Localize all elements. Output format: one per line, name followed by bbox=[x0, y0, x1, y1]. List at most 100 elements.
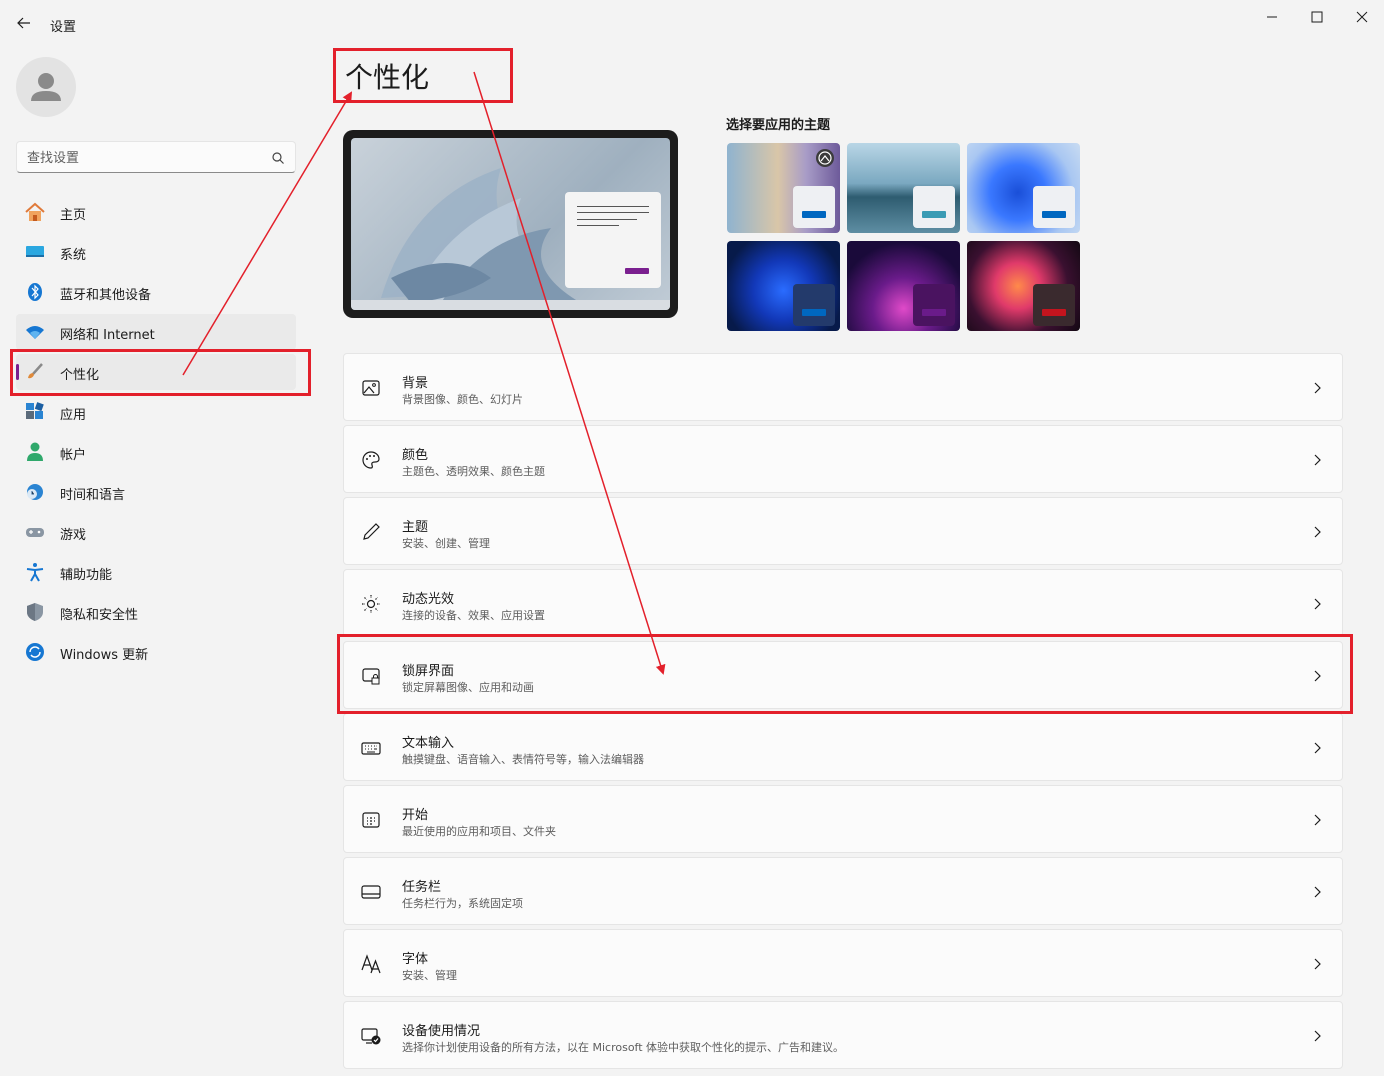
palette-icon bbox=[362, 451, 380, 469]
setting-taskbar[interactable]: 任务栏 任务栏行为，系统固定项 bbox=[343, 857, 1343, 925]
chevron-right-icon bbox=[1314, 958, 1321, 970]
close-button[interactable] bbox=[1342, 6, 1382, 28]
setting-title: 颜色 bbox=[402, 448, 429, 463]
sidebar-item-home[interactable]: 主页 bbox=[16, 194, 296, 230]
gamepad-icon bbox=[26, 528, 44, 537]
chevron-right-icon bbox=[1314, 742, 1321, 754]
sidebar-item-bluetooth[interactable]: 蓝牙和其他设备 bbox=[16, 274, 296, 310]
sidebar-item-label: 时间和语言 bbox=[60, 488, 126, 503]
maximize-button[interactable] bbox=[1297, 6, 1337, 28]
sidebar-item-network[interactable]: 网络和 Internet bbox=[16, 314, 296, 350]
sidebar-item-privacy[interactable]: 隐私和安全性 bbox=[16, 594, 296, 630]
setting-device-usage[interactable]: 设备使用情况 选择你计划使用设备的所有方法，以在 Microsoft 体验中获取… bbox=[343, 1001, 1343, 1069]
setting-title: 任务栏 bbox=[402, 880, 442, 895]
theme-lake[interactable] bbox=[847, 143, 960, 233]
chevron-right-icon bbox=[1314, 598, 1321, 610]
annotation-box-personalization bbox=[10, 349, 311, 396]
theme-accent bbox=[802, 309, 826, 316]
apps-icon bbox=[26, 402, 44, 419]
clock-globe-icon bbox=[27, 484, 43, 500]
sidebar-item-system[interactable]: 系统 bbox=[16, 234, 296, 270]
theme-bloom-dark[interactable] bbox=[727, 241, 840, 331]
themes-label: 选择要应用的主题 bbox=[726, 118, 831, 133]
chevron-right-icon bbox=[1314, 814, 1321, 826]
chevron-right-icon bbox=[1314, 1030, 1321, 1042]
setting-background[interactable]: 背景 背景图像、颜色、幻灯片 bbox=[343, 353, 1343, 421]
back-arrow-icon bbox=[17, 17, 30, 29]
setting-title: 字体 bbox=[402, 952, 429, 967]
setting-dynamic-lighting[interactable]: 动态光效 连接的设备、效果、应用设置 bbox=[343, 569, 1343, 637]
chevron-right-icon bbox=[1314, 886, 1321, 898]
setting-colors[interactable]: 颜色 主题色、透明效果、颜色主题 bbox=[343, 425, 1343, 493]
preview-window bbox=[565, 192, 661, 288]
setting-subtitle: 连接的设备、效果、应用设置 bbox=[402, 609, 545, 622]
theme-glow[interactable] bbox=[847, 241, 960, 331]
system-icon bbox=[26, 246, 44, 257]
sidebar-nav: 主页 系统 蓝牙和其他设备 网络和 Internet 个性化 应用 帐户 时间和… bbox=[16, 194, 296, 674]
user-icon bbox=[31, 73, 61, 101]
annotation-box-title bbox=[333, 48, 513, 103]
sidebar-item-label: 系统 bbox=[60, 248, 87, 263]
theme-preview bbox=[343, 130, 678, 318]
setting-subtitle: 安装、创建、管理 bbox=[402, 537, 490, 550]
sidebar-item-accounts[interactable]: 帐户 bbox=[16, 434, 296, 470]
chevron-right-icon bbox=[1314, 454, 1321, 466]
setting-subtitle: 触摸键盘、语音输入、表情符号等，输入法编辑器 bbox=[402, 753, 644, 766]
chevron-right-icon bbox=[1314, 526, 1321, 538]
minimize-button[interactable] bbox=[1252, 6, 1292, 28]
bluetooth-icon bbox=[28, 283, 42, 301]
search-icon[interactable] bbox=[271, 151, 285, 165]
annotation-box-lock-screen bbox=[337, 634, 1353, 714]
setting-subtitle: 选择你计划使用设备的所有方法，以在 Microsoft 体验中获取个性化的提示、… bbox=[402, 1041, 845, 1054]
theme-tile bbox=[793, 186, 835, 228]
keyboard-icon bbox=[361, 742, 381, 755]
theme-flow[interactable] bbox=[967, 241, 1080, 331]
account-icon bbox=[27, 442, 43, 461]
sidebar-item-label: 游戏 bbox=[60, 528, 87, 543]
pen-icon bbox=[363, 523, 380, 540]
sidebar-item-label: 主页 bbox=[60, 208, 87, 223]
sidebar-item-label: Windows 更新 bbox=[60, 648, 149, 663]
theme-bloom-light[interactable] bbox=[967, 143, 1080, 233]
setting-start[interactable]: 开始 最近使用的应用和项目、文件夹 bbox=[343, 785, 1343, 853]
theme-tile bbox=[913, 284, 955, 326]
preview-screen bbox=[351, 138, 670, 310]
shield-icon bbox=[27, 603, 43, 621]
theme-accent bbox=[802, 211, 826, 218]
sidebar-item-windows-update[interactable]: Windows 更新 bbox=[16, 634, 296, 670]
theme-accent bbox=[922, 309, 946, 316]
lighting-icon bbox=[362, 595, 380, 613]
setting-title: 文本输入 bbox=[402, 736, 455, 751]
search-input[interactable] bbox=[27, 148, 267, 168]
setting-fonts[interactable]: 字体 安装、管理 bbox=[343, 929, 1343, 997]
setting-title: 主题 bbox=[402, 520, 429, 535]
theme-tile bbox=[1033, 284, 1075, 326]
preview-accent bbox=[625, 268, 649, 274]
setting-themes[interactable]: 主题 安装、创建、管理 bbox=[343, 497, 1343, 565]
theme-grid bbox=[727, 143, 1081, 333]
sidebar-item-time-language[interactable]: 时间和语言 bbox=[16, 474, 296, 510]
update-icon bbox=[26, 643, 44, 661]
sidebar-item-gaming[interactable]: 游戏 bbox=[16, 514, 296, 550]
sidebar-item-label: 蓝牙和其他设备 bbox=[60, 288, 152, 303]
accessibility-icon bbox=[26, 563, 44, 582]
theme-spotlight[interactable] bbox=[727, 143, 840, 233]
sidebar-item-accessibility[interactable]: 辅助功能 bbox=[16, 554, 296, 590]
avatar[interactable] bbox=[16, 57, 76, 117]
home-icon bbox=[25, 202, 45, 221]
theme-accent bbox=[1042, 211, 1066, 218]
sidebar-item-label: 辅助功能 bbox=[60, 568, 113, 583]
maximize-icon bbox=[1311, 11, 1323, 23]
sidebar-item-label: 应用 bbox=[60, 408, 87, 423]
device-usage-icon bbox=[361, 1028, 381, 1045]
sidebar-item-label: 隐私和安全性 bbox=[60, 608, 139, 623]
back-button[interactable] bbox=[14, 12, 36, 34]
sidebar-item-apps[interactable]: 应用 bbox=[16, 394, 296, 430]
start-icon bbox=[362, 812, 380, 828]
sidebar-item-label: 网络和 Internet bbox=[60, 328, 155, 343]
search-box[interactable] bbox=[16, 141, 296, 173]
setting-subtitle: 任务栏行为，系统固定项 bbox=[402, 897, 523, 910]
setting-text-input[interactable]: 文本输入 触摸键盘、语音输入、表情符号等，输入法编辑器 bbox=[343, 713, 1343, 781]
close-icon bbox=[1356, 11, 1368, 23]
theme-tile bbox=[1033, 186, 1075, 228]
